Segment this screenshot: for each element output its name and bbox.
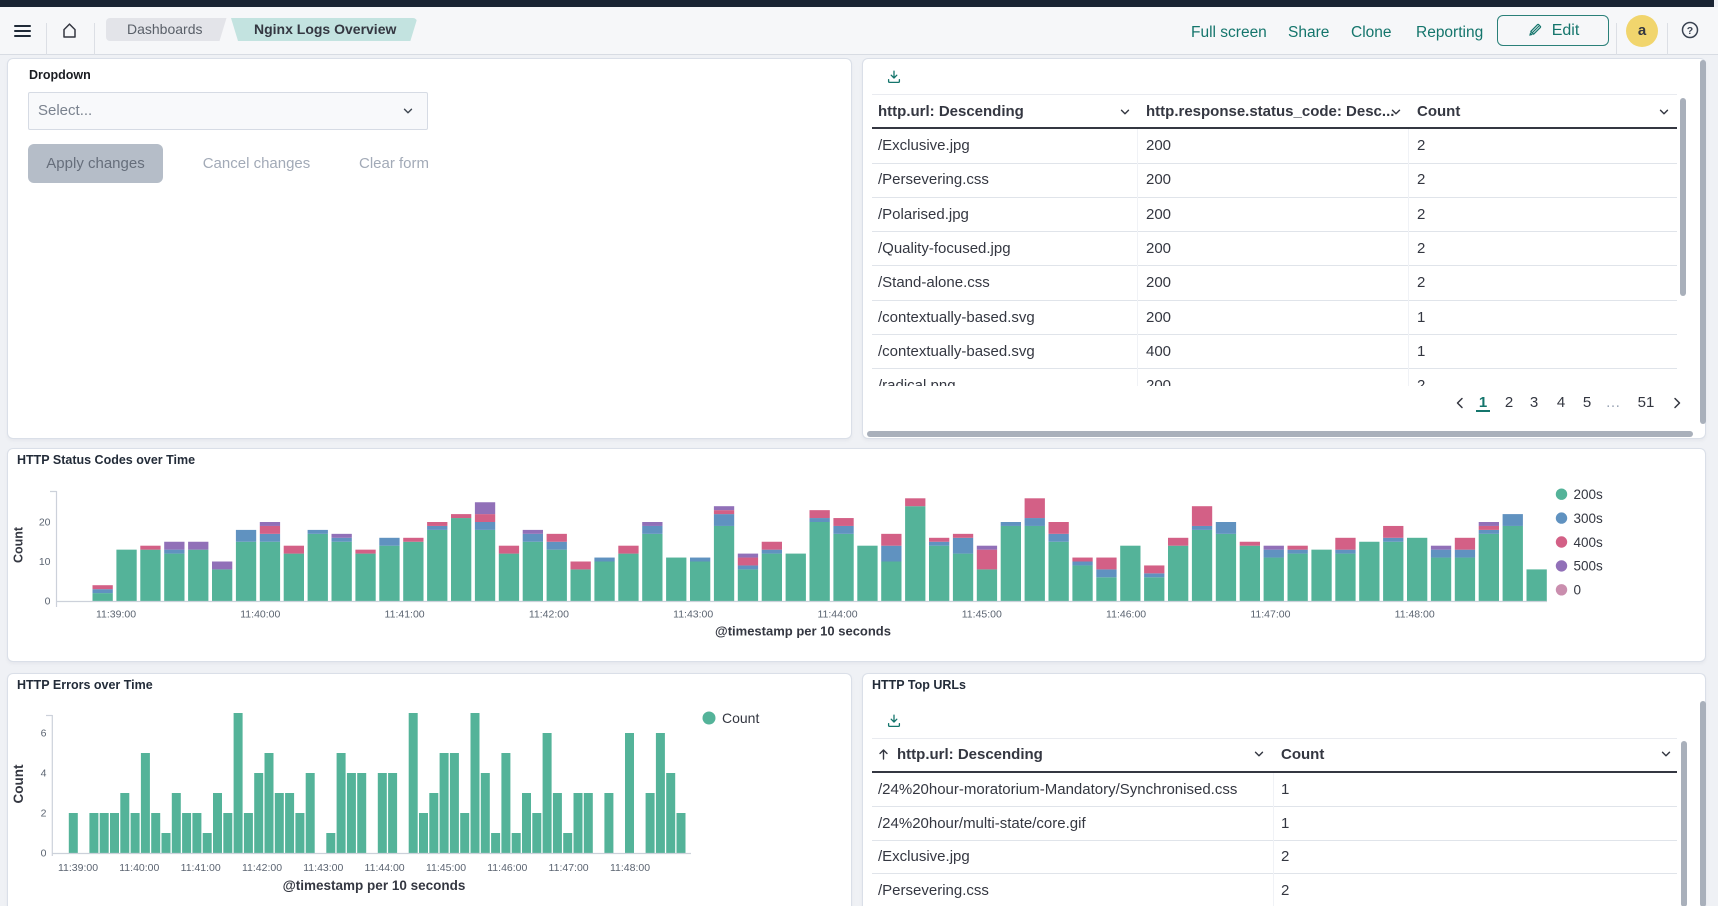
svg-text:300s: 300s [1574,511,1604,526]
svg-text:@timestamp per 10 seconds: @timestamp per 10 seconds [715,624,891,639]
svg-text:Count: Count [12,526,26,563]
svg-text:?: ? [1687,25,1693,37]
svg-text:11:46:00: 11:46:00 [487,862,527,874]
svg-text:Count: Count [11,764,26,803]
svg-text:11:41:00: 11:41:00 [385,609,425,621]
svg-text:200s: 200s [1574,487,1604,502]
svg-text:11:45:00: 11:45:00 [962,609,1002,621]
svg-text:11:48:00: 11:48:00 [1395,609,1435,621]
svg-text:11:40:00: 11:40:00 [119,862,159,874]
svg-text:@timestamp per 10 seconds: @timestamp per 10 seconds [283,878,466,893]
svg-text:11:42:00: 11:42:00 [529,609,569,621]
svg-text:11:44:00: 11:44:00 [365,862,405,874]
svg-text:11:48:00: 11:48:00 [610,862,650,874]
svg-text:0: 0 [1574,583,1582,598]
svg-text:11:39:00: 11:39:00 [96,609,136,621]
svg-text:2: 2 [41,808,47,820]
svg-text:11:47:00: 11:47:00 [549,862,589,874]
svg-text:0: 0 [45,596,51,608]
svg-text:4: 4 [41,768,47,780]
svg-text:11:46:00: 11:46:00 [1106,609,1146,621]
svg-text:0: 0 [41,848,47,860]
svg-text:11:45:00: 11:45:00 [426,862,466,874]
svg-text:10: 10 [39,556,51,568]
svg-text:11:47:00: 11:47:00 [1250,609,1290,621]
svg-text:500s: 500s [1574,559,1604,574]
svg-text:11:42:00: 11:42:00 [242,862,282,874]
svg-text:20: 20 [39,517,51,529]
svg-text:11:44:00: 11:44:00 [817,609,857,621]
svg-text:11:40:00: 11:40:00 [240,609,280,621]
svg-text:11:39:00: 11:39:00 [58,862,98,874]
svg-text:6: 6 [41,728,47,740]
svg-text:Count: Count [722,710,759,726]
svg-text:11:43:00: 11:43:00 [303,862,343,874]
svg-text:400s: 400s [1574,535,1604,550]
svg-text:11:43:00: 11:43:00 [673,609,713,621]
svg-text:11:41:00: 11:41:00 [181,862,221,874]
